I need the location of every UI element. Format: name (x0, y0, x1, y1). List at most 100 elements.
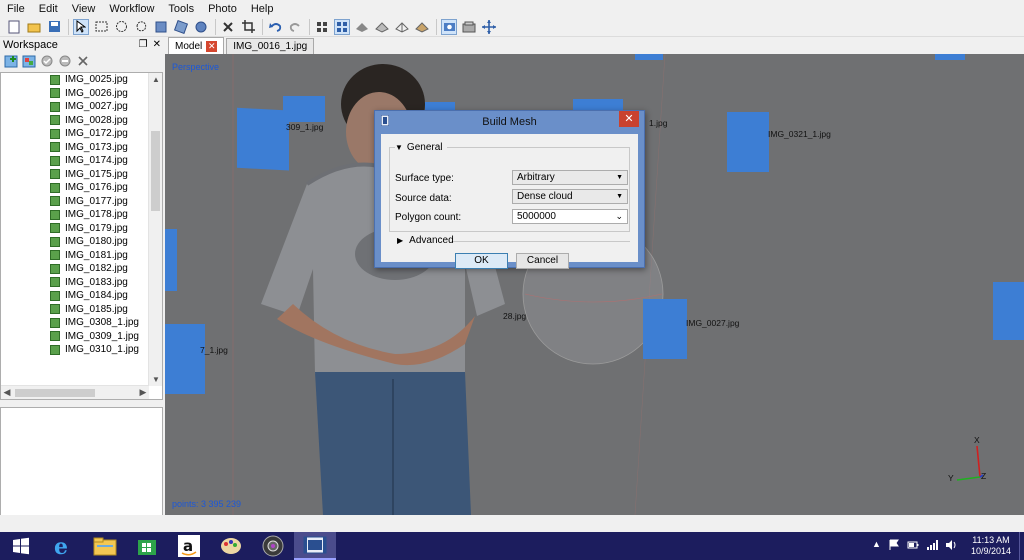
reset-view-icon[interactable] (481, 19, 497, 35)
scrollbar-thumb[interactable] (15, 389, 95, 397)
workspace-photo-item[interactable]: IMG_0180.jpg (1, 235, 149, 249)
rotate-region-icon[interactable] (173, 19, 189, 35)
dropdown-arrow-icon: ▼ (616, 174, 623, 181)
workspace-photo-item[interactable]: IMG_0174.jpg (1, 154, 149, 168)
network-icon[interactable] (926, 539, 938, 554)
open-folder-icon[interactable] (26, 19, 42, 35)
workspace-photo-item[interactable]: IMG_0183.jpg (1, 276, 149, 290)
store-icon[interactable] (126, 532, 168, 560)
navigation-cursor-icon[interactable] (73, 18, 89, 35)
workspace-photo-item[interactable]: IMG_0310_1.jpg (1, 343, 149, 357)
scrollbar-thumb[interactable] (151, 131, 160, 211)
group-divider (453, 241, 630, 242)
internet-explorer-icon[interactable]: e (42, 532, 84, 560)
circle-selection-icon[interactable] (113, 19, 129, 35)
rectangle-selection-icon[interactable] (93, 19, 109, 35)
show-cameras-grid-icon[interactable] (314, 19, 330, 35)
paint-icon[interactable] (210, 532, 252, 560)
workspace-photo-item[interactable]: IMG_0179.jpg (1, 222, 149, 236)
surface-type-select[interactable]: Arbitrary ▼ (512, 170, 628, 185)
wireframe-model-icon[interactable] (394, 19, 410, 35)
menu-workflow[interactable]: Workflow (102, 3, 161, 15)
action-center-flag-icon[interactable] (888, 539, 900, 554)
textured-model-icon[interactable] (414, 19, 430, 35)
scroll-right-arrow[interactable]: ▶ (137, 386, 149, 399)
show-cameras-icon[interactable] (441, 18, 457, 35)
new-file-icon[interactable] (6, 19, 22, 35)
crop-selection-icon[interactable] (240, 19, 256, 35)
menu-photo[interactable]: Photo (201, 3, 244, 15)
tab-model[interactable]: Model ✕ (168, 37, 225, 54)
workspace-photo-item[interactable]: IMG_0177.jpg (1, 195, 149, 209)
workspace-photo-item[interactable]: IMG_0308_1.jpg (1, 316, 149, 330)
menu-file[interactable]: File (0, 3, 32, 15)
delete-selection-icon[interactable] (220, 19, 236, 35)
close-dialog-button[interactable]: ✕ (619, 111, 639, 127)
photo-filename: IMG_0176.jpg (65, 182, 128, 194)
general-section-toggle[interactable]: ▼ General (395, 142, 447, 153)
resize-region-icon[interactable] (153, 19, 169, 35)
redo-icon[interactable] (287, 19, 303, 35)
media-app-icon[interactable] (252, 532, 294, 560)
horizontal-scrollbar[interactable]: ◀ ▶ (1, 385, 149, 399)
source-data-select[interactable]: Dense cloud ▼ (512, 189, 628, 204)
shaded-model-icon[interactable] (354, 19, 370, 35)
solid-model-icon[interactable] (374, 19, 390, 35)
add-chunk-icon[interactable] (3, 54, 18, 69)
y-axis-label: Y (948, 473, 954, 483)
workspace-photo-item[interactable]: IMG_0185.jpg (1, 303, 149, 317)
rotate-object-icon[interactable] (193, 19, 209, 35)
workspace-photo-item[interactable]: IMG_0027.jpg (1, 100, 149, 114)
menu-view[interactable]: View (65, 3, 103, 15)
enable-camera-icon[interactable] (39, 54, 54, 69)
menu-edit[interactable]: Edit (32, 3, 65, 15)
remove-items-icon[interactable] (75, 54, 90, 69)
workspace-photo-item[interactable]: IMG_0028.jpg (1, 114, 149, 128)
tab-photo[interactable]: IMG_0016_1.jpg (226, 38, 315, 54)
workspace-photo-item[interactable]: IMG_0172.jpg (1, 127, 149, 141)
menu-help[interactable]: Help (244, 3, 281, 15)
dropdown-arrow-icon: ▼ (616, 193, 623, 200)
show-region-icon[interactable] (461, 19, 477, 35)
advanced-section-toggle[interactable]: ▶ Advanced (397, 235, 454, 246)
scroll-left-arrow[interactable]: ◀ (1, 386, 13, 399)
workspace-photo-item[interactable]: IMG_0182.jpg (1, 262, 149, 276)
workspace-photo-item[interactable]: IMG_0309_1.jpg (1, 330, 149, 344)
point-cloud-icon[interactable] (334, 18, 350, 35)
workspace-photo-item[interactable]: IMG_0175.jpg (1, 168, 149, 182)
taskbar-clock[interactable]: 11:13 AM 10/9/2014 (971, 535, 1011, 557)
workspace-photo-item[interactable]: IMG_0173.jpg (1, 141, 149, 155)
workspace-photo-item[interactable]: IMG_0026.jpg (1, 87, 149, 101)
workspace-tree[interactable]: IMG_0025.jpg IMG_0026.jpg IMG_0027.jpg IMG_… (0, 72, 163, 400)
menu-tools[interactable]: Tools (161, 3, 201, 15)
ok-button[interactable]: OK (455, 253, 508, 269)
workspace-photo-item[interactable]: IMG_0184.jpg (1, 289, 149, 303)
amazon-icon[interactable]: a (168, 532, 210, 560)
add-photos-icon[interactable] (21, 54, 36, 69)
scroll-up-arrow[interactable]: ▲ (149, 73, 162, 86)
close-panel-icon[interactable]: ✕ (153, 39, 161, 50)
workspace-photo-item[interactable]: IMG_0176.jpg (1, 181, 149, 195)
show-desktop-button[interactable] (1019, 532, 1024, 560)
workspace-photo-item[interactable]: IMG_0178.jpg (1, 208, 149, 222)
show-hidden-icons-chevron[interactable]: ▲ (872, 539, 881, 554)
close-tab-icon[interactable]: ✕ (206, 40, 218, 52)
photoscan-taskbar-icon[interactable] (294, 532, 336, 560)
float-panel-icon[interactable]: ❐ (139, 39, 148, 50)
cancel-button[interactable]: Cancel (516, 253, 569, 269)
start-button[interactable] (0, 532, 42, 560)
workspace-photo-item[interactable]: IMG_0025.jpg (1, 73, 149, 87)
volume-icon[interactable] (945, 539, 957, 554)
vertical-scrollbar[interactable]: ▲ ▼ (148, 73, 162, 386)
dialog-titlebar[interactable]: Build Mesh ✕ (375, 111, 644, 132)
photo-filename: IMG_0180.jpg (65, 236, 128, 248)
file-explorer-icon[interactable] (84, 532, 126, 560)
free-form-selection-icon[interactable] (133, 19, 149, 35)
scroll-down-arrow[interactable]: ▼ (149, 373, 162, 386)
polygon-count-combo[interactable]: 5000000 ⌄ (512, 209, 628, 224)
workspace-photo-item[interactable]: IMG_0181.jpg (1, 249, 149, 263)
undo-icon[interactable] (267, 19, 283, 35)
save-icon[interactable] (46, 19, 62, 35)
power-icon[interactable] (907, 539, 919, 554)
disable-camera-icon[interactable] (57, 54, 72, 69)
